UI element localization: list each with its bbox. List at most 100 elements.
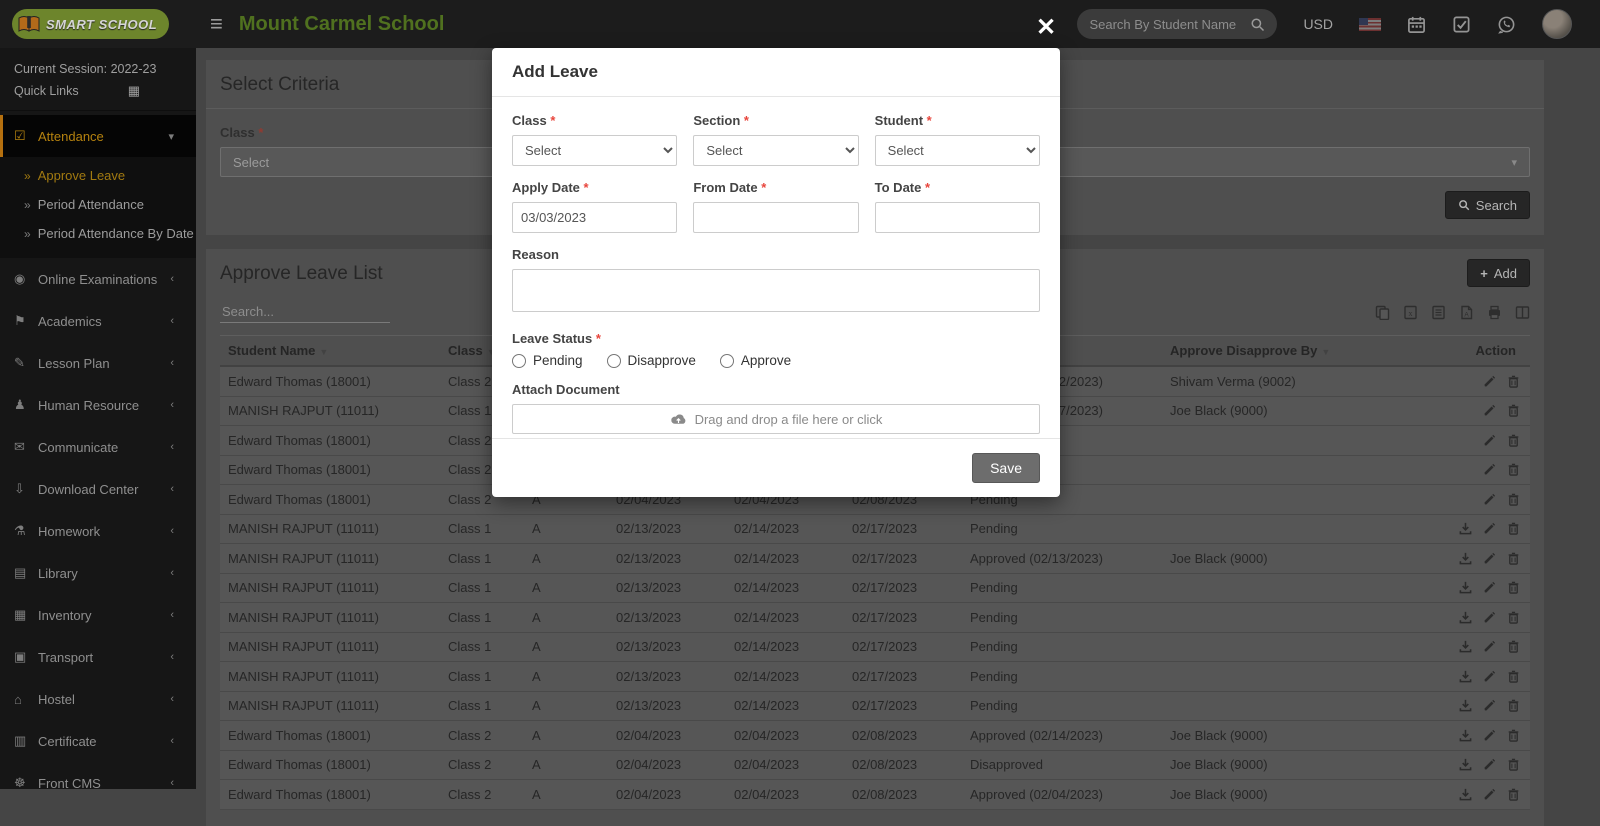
delete-icon[interactable] (1507, 463, 1520, 476)
delete-icon[interactable] (1507, 434, 1520, 447)
user-avatar[interactable] (1542, 9, 1572, 39)
delete-icon[interactable] (1507, 493, 1520, 506)
criteria-search-button[interactable]: Search (1445, 191, 1530, 219)
leave-status-option-approve[interactable]: Approve (720, 353, 791, 368)
whatsapp-icon[interactable] (1497, 15, 1516, 34)
section-select[interactable]: Select (693, 135, 858, 166)
add-leave-button[interactable]: +Add (1467, 259, 1530, 287)
sidebar-item-communicate[interactable]: ✉Communicate‹ (0, 426, 196, 468)
leave-status-option-pending[interactable]: Pending (512, 353, 583, 368)
edit-icon[interactable] (1483, 670, 1496, 683)
app-logo[interactable]: SMART SCHOOL (0, 0, 196, 48)
file-dropzone[interactable]: Drag and drop a file here or click (512, 404, 1040, 434)
language-flag-icon[interactable] (1359, 18, 1381, 31)
todo-check-icon[interactable] (1452, 15, 1471, 34)
delete-icon[interactable] (1507, 758, 1520, 771)
disapprove-radio[interactable] (607, 354, 621, 368)
delete-icon[interactable] (1507, 699, 1520, 712)
edit-icon[interactable] (1483, 375, 1496, 388)
save-button[interactable]: Save (972, 453, 1040, 483)
search-icon[interactable] (1250, 17, 1265, 32)
quick-links[interactable]: Quick Links ▦ (14, 80, 182, 102)
edit-icon[interactable] (1483, 434, 1496, 447)
delete-icon[interactable] (1507, 729, 1520, 742)
homework-icon: ⚗ (14, 523, 38, 539)
edit-icon[interactable] (1483, 552, 1496, 565)
table-search-input[interactable] (220, 301, 390, 323)
sidebar-item-library[interactable]: ▤Library‹ (0, 552, 196, 594)
edit-icon[interactable] (1483, 788, 1496, 801)
sidebar-item-human-resource[interactable]: ♟Human Resource‹ (0, 384, 196, 426)
delete-icon[interactable] (1507, 404, 1520, 417)
apply-date-input[interactable] (512, 202, 677, 233)
submenu-item-approve-leave[interactable]: »Approve Leave (0, 161, 196, 190)
column-header-approve-disapprove-by[interactable]: Approve Disapprove By▼ (1166, 336, 1416, 365)
download-icon[interactable] (1459, 729, 1472, 742)
edit-icon[interactable] (1483, 758, 1496, 771)
sidebar-item-front-cms[interactable]: ☸Front CMS‹ (0, 762, 196, 804)
print-export-icon[interactable] (1487, 305, 1502, 320)
pdf-export-icon[interactable]: A (1459, 305, 1474, 320)
delete-icon[interactable] (1507, 375, 1520, 388)
delete-icon[interactable] (1507, 552, 1520, 565)
delete-icon[interactable] (1507, 611, 1520, 624)
reason-textarea[interactable] (512, 269, 1040, 312)
edit-icon[interactable] (1483, 463, 1496, 476)
sidebar-item-inventory[interactable]: ▦Inventory‹ (0, 594, 196, 636)
sidebar-item-certificate[interactable]: ▥Certificate‹ (0, 720, 196, 762)
quick-links-grid-icon[interactable]: ▦ (128, 80, 140, 102)
csv-export-icon[interactable] (1431, 305, 1446, 320)
edit-icon[interactable] (1483, 493, 1496, 506)
sidebar-item-lesson-plan[interactable]: ✎Lesson Plan‹ (0, 342, 196, 384)
edit-icon[interactable] (1483, 699, 1496, 712)
column-header-student-name[interactable]: Student Name▼ (220, 336, 444, 365)
edit-icon[interactable] (1483, 640, 1496, 653)
delete-icon[interactable] (1507, 670, 1520, 683)
cell-actions (1416, 545, 1530, 572)
sidebar-item-attendance[interactable]: ☑Attendance▾ (0, 115, 196, 157)
excel-export-icon[interactable]: x (1403, 305, 1418, 320)
sidebar-item-academics[interactable]: ⚑Academics‹ (0, 300, 196, 342)
student-select[interactable]: Select (875, 135, 1040, 166)
sidebar-item-download-center[interactable]: ⇩Download Center‹ (0, 468, 196, 510)
pending-radio[interactable] (512, 354, 526, 368)
download-icon[interactable] (1459, 552, 1472, 565)
approve-radio[interactable] (720, 354, 734, 368)
class-select[interactable]: Select (512, 135, 677, 166)
download-icon[interactable] (1459, 670, 1472, 683)
download-icon[interactable] (1459, 758, 1472, 771)
to-date-input[interactable] (875, 202, 1040, 233)
download-icon[interactable] (1459, 611, 1472, 624)
currency-selector[interactable]: USD (1303, 16, 1333, 32)
close-icon[interactable]: ✕ (1036, 16, 1056, 40)
download-icon[interactable] (1459, 699, 1472, 712)
edit-icon[interactable] (1483, 404, 1496, 417)
sidebar-item-homework[interactable]: ⚗Homework‹ (0, 510, 196, 552)
edit-icon[interactable] (1483, 581, 1496, 594)
columns-export-icon[interactable] (1515, 305, 1530, 320)
edit-icon[interactable] (1483, 729, 1496, 742)
submenu-item-period-attendance-by-date[interactable]: »Period Attendance By Date (0, 219, 196, 248)
sidebar-item-online-examinations[interactable]: ◉Online Examinations‹ (0, 258, 196, 300)
cell-student: MANISH RAJPUT (11011) (220, 396, 444, 425)
submenu-item-period-attendance[interactable]: »Period Attendance (0, 190, 196, 219)
sidebar-item-hostel[interactable]: ⌂Hostel‹ (0, 678, 196, 720)
edit-icon[interactable] (1483, 611, 1496, 624)
delete-icon[interactable] (1507, 522, 1520, 535)
student-search[interactable] (1077, 9, 1277, 39)
sidebar-item-transport[interactable]: ▣Transport‹ (0, 636, 196, 678)
delete-icon[interactable] (1507, 581, 1520, 594)
delete-icon[interactable] (1507, 788, 1520, 801)
from-date-input[interactable] (693, 202, 858, 233)
sidebar-toggle-icon[interactable]: ≡ (210, 13, 223, 35)
calendar-icon[interactable] (1407, 15, 1426, 34)
student-search-input[interactable] (1089, 17, 1244, 32)
download-icon[interactable] (1459, 522, 1472, 535)
download-icon[interactable] (1459, 640, 1472, 653)
copy-export-icon[interactable] (1375, 305, 1390, 320)
download-icon[interactable] (1459, 788, 1472, 801)
delete-icon[interactable] (1507, 640, 1520, 653)
download-icon[interactable] (1459, 581, 1472, 594)
leave-status-option-disapprove[interactable]: Disapprove (607, 353, 696, 368)
edit-icon[interactable] (1483, 522, 1496, 535)
